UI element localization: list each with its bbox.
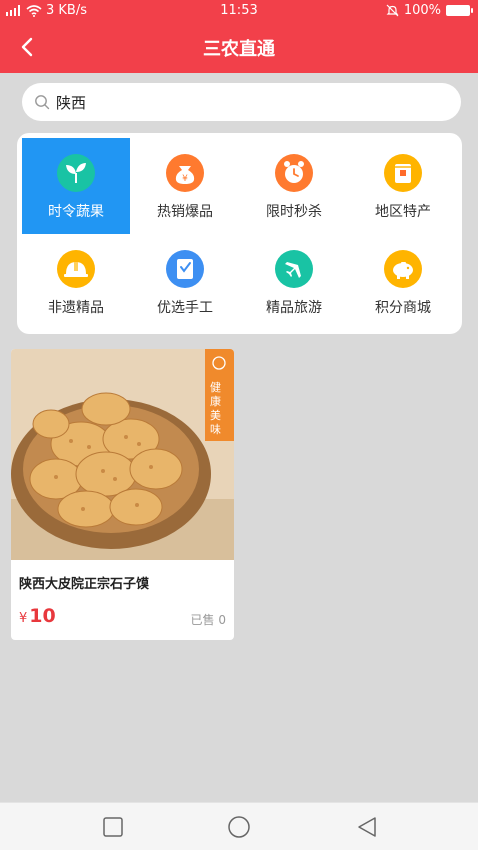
product-price: ¥ 10 — [19, 605, 56, 627]
search-bar[interactable] — [22, 83, 461, 121]
helmet-icon — [57, 250, 95, 288]
category-local-specialty[interactable]: 地区特产 — [349, 138, 457, 234]
category-flash-sale[interactable]: 限时秒杀 — [240, 138, 348, 234]
price-currency: ¥ — [19, 611, 28, 626]
system-nav-bar — [0, 802, 478, 850]
category-travel[interactable]: 精品旅游 — [240, 234, 348, 330]
category-label: 积分商城 — [375, 300, 431, 316]
back-triangle-icon[interactable] — [355, 815, 379, 839]
battery-icon — [446, 5, 473, 16]
category-label: 热销爆品 — [157, 204, 213, 220]
category-label: 非遗精品 — [48, 300, 104, 316]
battery-percent: 100% — [403, 3, 441, 18]
top-bar: 3 KB/s 11:53 100% 三农直通 — [0, 0, 478, 73]
gift-box-icon — [384, 154, 422, 192]
category-label: 限时秒杀 — [266, 204, 322, 220]
category-panel: 时令蔬果 ¥ 热销爆品 限时秒杀 地区特产 非遗精品 优选手工 精品旅游 积分商… — [17, 133, 462, 334]
search-input[interactable] — [56, 93, 436, 111]
status-bar: 3 KB/s 11:53 100% — [0, 0, 478, 22]
search-icon — [35, 95, 50, 110]
category-points-mall[interactable]: 积分商城 — [349, 234, 457, 330]
recent-apps-icon[interactable] — [101, 815, 125, 839]
header: 三农直通 — [0, 22, 478, 73]
airplane-icon — [275, 250, 313, 288]
home-circle-icon[interactable] — [227, 815, 251, 839]
category-label: 精品旅游 — [266, 300, 322, 316]
page-title: 三农直通 — [203, 39, 275, 60]
category-seasonal-fruits[interactable]: 时令蔬果 — [22, 138, 130, 234]
money-bag-icon: ¥ — [166, 154, 204, 192]
product-badge-text: 健康美味 — [210, 381, 221, 436]
category-handmade[interactable]: 优选手工 — [131, 234, 239, 330]
notebook-icon — [166, 250, 204, 288]
product-image — [11, 349, 234, 560]
price-value: 10 — [29, 605, 56, 627]
piggy-bank-icon — [384, 250, 422, 288]
category-label: 时令蔬果 — [48, 204, 104, 220]
category-label: 优选手工 — [157, 300, 213, 316]
sprout-icon — [57, 154, 95, 192]
alarm-clock-icon — [275, 154, 313, 192]
category-heritage[interactable]: 非遗精品 — [22, 234, 130, 330]
product-name: 陕西大皮院正宗石子馍 — [19, 577, 150, 592]
mute-bell-icon — [386, 4, 399, 17]
category-label: 地区特产 — [375, 204, 431, 220]
svg-text:¥: ¥ — [182, 174, 188, 184]
category-hot-sellers[interactable]: ¥ 热销爆品 — [131, 138, 239, 234]
product-card[interactable]: 健康美味 陕西大皮院正宗石子馍 ¥ 10 已售 0 — [11, 349, 234, 640]
status-right: 100% — [386, 3, 473, 18]
sold-count: 已售 0 — [190, 613, 226, 627]
